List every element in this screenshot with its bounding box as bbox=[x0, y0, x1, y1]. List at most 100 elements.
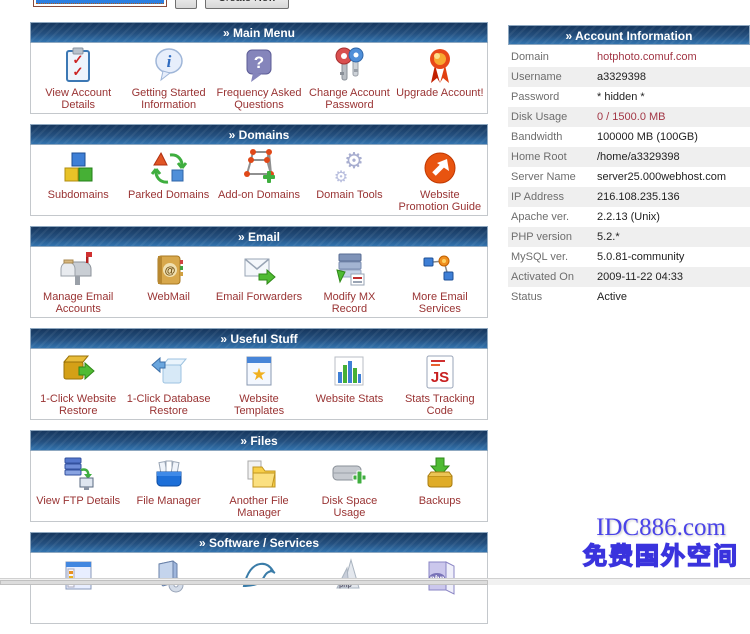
account-row-apache-ver: Apache ver. 2.2.13 (Unix) bbox=[508, 207, 750, 227]
menu-item-software-5[interactable]: php bbox=[395, 556, 485, 620]
item-label: Backups bbox=[419, 495, 461, 507]
svg-text:✓: ✓ bbox=[73, 64, 84, 79]
menu-item-addon-domains[interactable]: Add-on Domains bbox=[214, 148, 304, 212]
menu-item-change-password[interactable]: Change Account Password bbox=[304, 46, 394, 110]
domain-input[interactable] bbox=[33, 0, 167, 7]
menu-item-file-manager[interactable]: File Manager bbox=[123, 454, 213, 518]
item-label: Change Account Password bbox=[304, 87, 394, 111]
bar-chart-icon bbox=[329, 352, 369, 392]
item-label: Email Forwarders bbox=[216, 291, 302, 303]
menu-item-getting-started[interactable]: i Getting Started Information bbox=[123, 46, 213, 110]
item-label: View Account Details bbox=[33, 87, 123, 111]
account-row-mysql-ver: MySQL ver. 5.0.81-community bbox=[508, 247, 750, 267]
domain-value-link[interactable]: hotphoto.comuf.com bbox=[597, 47, 697, 67]
item-label: Website Promotion Guide bbox=[395, 189, 485, 213]
svg-text:⚙: ⚙ bbox=[334, 169, 348, 186]
menu-item-upgrade-account[interactable]: Upgrade Account! bbox=[395, 46, 485, 110]
js-code-icon: JS bbox=[420, 352, 460, 392]
cubes-icon bbox=[58, 148, 98, 188]
menu-item-manage-email-accounts[interactable]: Manage Email Accounts bbox=[33, 250, 123, 314]
mysql-dolphin-icon bbox=[239, 556, 279, 596]
item-label: Website Templates bbox=[214, 393, 304, 417]
menu-item-more-email-services[interactable]: More Email Services bbox=[395, 250, 485, 314]
menu-item-1click-website-restore[interactable]: 1-Click Website Restore bbox=[33, 352, 123, 416]
account-row-ip-address: IP Address 216.108.235.136 bbox=[508, 187, 750, 207]
account-row-bandwidth: Bandwidth 100000 MB (100GB) bbox=[508, 127, 750, 147]
menu-item-modify-mx-record[interactable]: Modify MX Record bbox=[304, 250, 394, 314]
go-button[interactable] bbox=[175, 0, 197, 9]
item-label: Subdomains bbox=[48, 189, 109, 201]
menu-item-parked-domains[interactable]: Parked Domains bbox=[123, 148, 213, 212]
question-box-icon: ? bbox=[239, 46, 279, 86]
menu-item-subdomains[interactable]: Subdomains bbox=[33, 148, 123, 212]
menu-item-view-ftp-details[interactable]: View FTP Details bbox=[33, 454, 123, 518]
file-box-icon bbox=[149, 454, 189, 494]
menu-item-stats-tracking-code[interactable]: JS Stats Tracking Code bbox=[395, 352, 485, 416]
menu-item-software-2[interactable] bbox=[123, 556, 213, 620]
menu-item-webmail[interactable]: @ WebMail bbox=[123, 250, 213, 314]
box-restore-icon bbox=[58, 352, 98, 392]
svg-text:★: ★ bbox=[251, 365, 266, 384]
menu-item-email-forwarders[interactable]: Email Forwarders bbox=[214, 250, 304, 314]
window-star-icon: ★ bbox=[239, 352, 279, 392]
status-value: Active bbox=[597, 287, 627, 307]
item-label: Modify MX Record bbox=[304, 291, 394, 315]
create-new-button[interactable]: Create New bbox=[205, 0, 289, 9]
item-label: Stats Tracking Code bbox=[395, 393, 485, 417]
mailbox-icon bbox=[58, 250, 98, 290]
svg-text:JS: JS bbox=[431, 369, 449, 386]
menu-item-backups[interactable]: Backups bbox=[395, 454, 485, 518]
menu-item-1click-database-restore[interactable]: 1-Click Database Restore bbox=[123, 352, 213, 416]
menu-item-website-templates[interactable]: ★ Website Templates bbox=[214, 352, 304, 416]
flowchart-icon bbox=[420, 250, 460, 290]
envelope-forward-icon bbox=[239, 250, 279, 290]
section-email: » Email Manage Email Accounts @ WebMail … bbox=[30, 226, 488, 318]
info-bubble-icon: i bbox=[149, 46, 189, 86]
account-info-header: » Account Information bbox=[508, 25, 750, 45]
menu-item-software-4[interactable]: php bbox=[304, 556, 394, 620]
server-transfer-icon bbox=[58, 454, 98, 494]
software-box-icon bbox=[149, 556, 189, 596]
scrollbar-thumb[interactable] bbox=[0, 580, 488, 585]
section-header-useful-stuff: » Useful Stuff bbox=[30, 328, 488, 349]
item-label: View FTP Details bbox=[36, 495, 120, 507]
item-label: Add-on Domains bbox=[218, 189, 300, 201]
address-book-icon: @ bbox=[149, 250, 189, 290]
menu-item-software-3[interactable] bbox=[214, 556, 304, 620]
app-window-icon bbox=[58, 556, 98, 596]
account-row-server-name: Server Name server25.000webhost.com bbox=[508, 167, 750, 187]
svg-text:@: @ bbox=[164, 265, 175, 277]
section-header-email: » Email bbox=[30, 226, 488, 247]
section-useful-stuff: » Useful Stuff 1-Click Website Restore 1… bbox=[30, 328, 488, 420]
hard-drive-plus-icon bbox=[329, 454, 369, 494]
folder-icon bbox=[239, 454, 279, 494]
main-panel: » Main Menu ✓✓ View Account Details i Ge… bbox=[30, 22, 488, 634]
account-row-status: Status Active bbox=[508, 287, 750, 307]
menu-item-website-promotion-guide[interactable]: Website Promotion Guide bbox=[395, 148, 485, 212]
section-header-files: » Files bbox=[30, 430, 488, 451]
menu-item-faq[interactable]: ? Frequency Asked Questions bbox=[214, 46, 304, 110]
item-label: WebMail bbox=[147, 291, 190, 303]
menu-item-website-stats[interactable]: Website Stats bbox=[304, 352, 394, 416]
top-toolbar: Create New bbox=[33, 0, 289, 9]
item-label: Parked Domains bbox=[128, 189, 209, 201]
account-info-rows: Domain hotphoto.comuf.com Username a3329… bbox=[508, 47, 750, 307]
horizontal-scrollbar[interactable] bbox=[0, 578, 750, 585]
backup-tray-icon bbox=[420, 454, 460, 494]
item-label: 1-Click Database Restore bbox=[123, 393, 213, 417]
menu-item-view-account-details[interactable]: ✓✓ View Account Details bbox=[33, 46, 123, 110]
account-row-activated-on: Activated On 2009-11-22 04:33 bbox=[508, 267, 750, 287]
menu-item-software-1[interactable] bbox=[33, 556, 123, 620]
item-label: Disk Space Usage bbox=[304, 495, 394, 519]
menu-item-disk-space-usage[interactable]: Disk Space Usage bbox=[304, 454, 394, 518]
menu-item-another-file-manager[interactable]: Another File Manager bbox=[214, 454, 304, 518]
svg-text:i: i bbox=[166, 52, 171, 71]
item-label: Upgrade Account! bbox=[396, 87, 483, 99]
menu-item-domain-tools[interactable]: ⚙⚙ Domain Tools bbox=[304, 148, 394, 212]
item-label: Website Stats bbox=[316, 393, 384, 405]
item-label: Getting Started Information bbox=[123, 87, 213, 111]
section-header-main-menu: » Main Menu bbox=[30, 22, 488, 43]
recycle-arrows-icon bbox=[149, 148, 189, 188]
input-text-selection bbox=[36, 0, 164, 4]
watermark: IDC886.com 免费国外空间 bbox=[575, 514, 747, 572]
